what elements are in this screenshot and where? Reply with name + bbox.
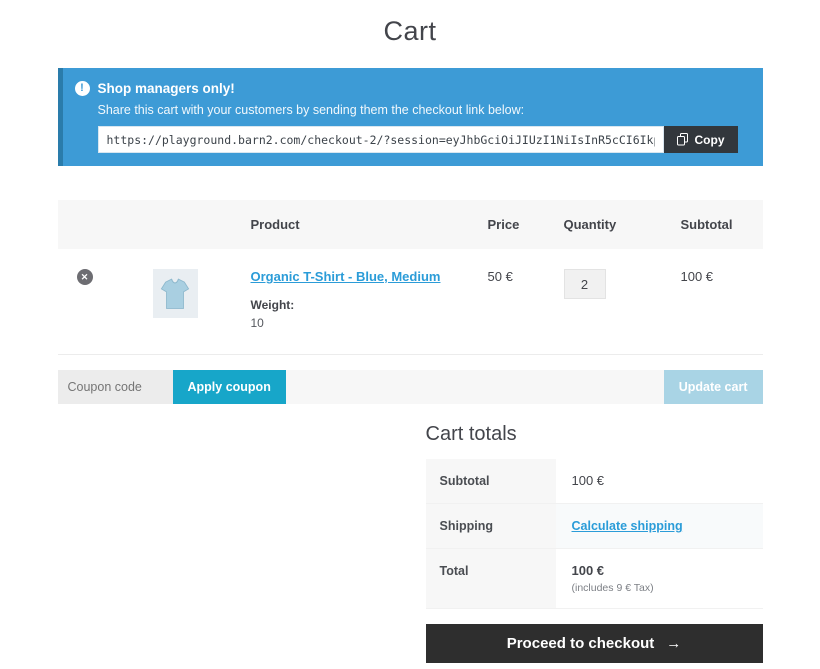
product-meta-label: Weight: (251, 298, 478, 312)
proceed-to-checkout-button[interactable]: Proceed to checkout → (426, 624, 763, 663)
content-container: ! Shop managers only! Share this cart wi… (58, 68, 763, 663)
product-link[interactable]: Organic T-Shirt - Blue, Medium (251, 269, 441, 284)
cart-totals-table: Subtotal 100 € Shipping Calculate shippi… (426, 459, 763, 609)
subtotal-label: Subtotal (426, 459, 556, 503)
checkout-link-input[interactable] (98, 126, 664, 153)
info-icon: ! (75, 81, 90, 96)
shop-managers-notice: ! Shop managers only! Share this cart wi… (58, 68, 763, 166)
header-product: Product (251, 200, 478, 249)
cart-totals-section: Cart totals Subtotal 100 € Shipping Calc… (426, 423, 763, 663)
apply-coupon-button[interactable]: Apply coupon (173, 370, 286, 404)
cart-actions-row: Apply coupon Update cart (58, 370, 763, 404)
header-thumbnail-spacer (153, 200, 251, 249)
coupon-code-input[interactable] (58, 370, 173, 404)
total-row: Total 100 € (includes 9 € Tax) (426, 549, 763, 609)
copy-icon (677, 133, 689, 146)
header-subtotal: Subtotal (663, 200, 763, 249)
shipping-row: Shipping Calculate shipping (426, 504, 763, 549)
shipping-value: Calculate shipping (556, 504, 763, 548)
tax-note: (includes 9 € Tax) (572, 582, 763, 594)
cart-table-header: Product Price Quantity Subtotal (58, 200, 763, 249)
remove-item-button[interactable]: ✕ (77, 269, 93, 285)
shipping-label: Shipping (426, 504, 556, 548)
notice-header: ! Shop managers only! (75, 81, 738, 96)
quantity-input[interactable] (564, 269, 606, 299)
header-remove-spacer (58, 200, 153, 249)
checkout-arrow-icon: → (666, 635, 681, 652)
cart-table: Product Price Quantity Subtotal ✕ (58, 200, 763, 355)
product-meta-value: 10 (251, 316, 478, 330)
subtotal-cell: 100 € (663, 249, 763, 354)
notice-heading: Shop managers only! (98, 81, 235, 96)
copy-button[interactable]: Copy (664, 126, 738, 153)
cart-page: Cart ! Shop managers only! Share this ca… (0, 0, 820, 669)
remove-cell: ✕ (58, 249, 153, 354)
cart-totals-heading: Cart totals (426, 423, 763, 446)
price-cell: 50 € (478, 249, 553, 354)
product-cell: Organic T-Shirt - Blue, Medium Weight: 1… (251, 249, 478, 354)
calculate-shipping-link[interactable]: Calculate shipping (572, 519, 683, 533)
tshirt-image (158, 276, 192, 312)
total-value: 100 € (572, 563, 763, 578)
checkout-link-row: Copy (98, 126, 738, 153)
notice-message: Share this cart with your customers by s… (98, 103, 738, 117)
cart-item-row: ✕ Organic T-Shirt - Blue, Medium Weight:… (58, 249, 763, 354)
subtotal-value: 100 € (556, 459, 763, 503)
quantity-cell (553, 249, 663, 354)
header-price: Price (478, 200, 553, 249)
total-label: Total (426, 549, 556, 608)
page-title: Cart (0, 0, 820, 47)
header-quantity: Quantity (553, 200, 663, 249)
copy-label: Copy (695, 133, 725, 147)
checkout-label: Proceed to checkout (507, 635, 655, 652)
total-value-cell: 100 € (includes 9 € Tax) (556, 549, 763, 608)
subtotal-row: Subtotal 100 € (426, 459, 763, 504)
thumbnail-cell (153, 249, 251, 354)
product-thumbnail[interactable] (153, 269, 198, 318)
update-cart-button[interactable]: Update cart (664, 370, 763, 404)
